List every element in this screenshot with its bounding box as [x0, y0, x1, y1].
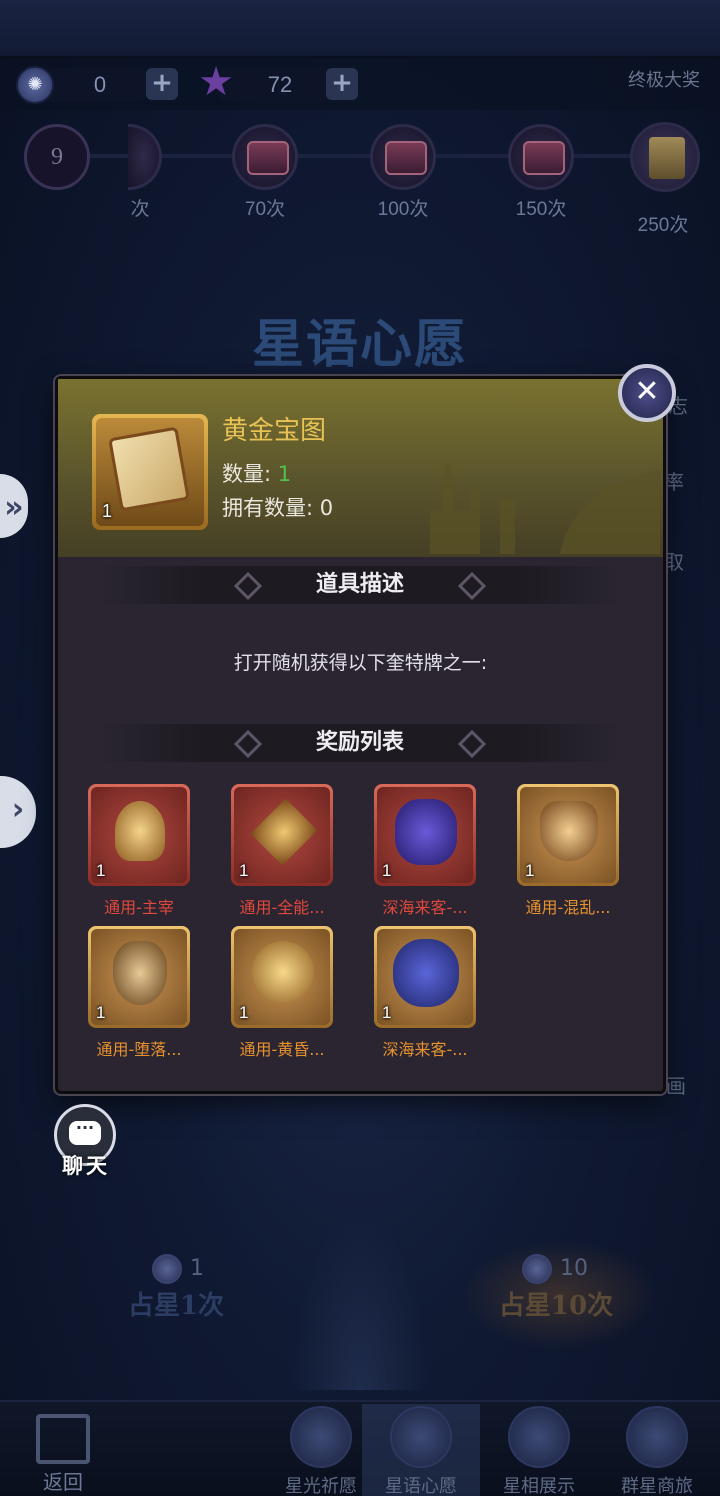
card-emblem-icon: [113, 941, 167, 1005]
right-label-3[interactable]: 取: [664, 546, 720, 575]
chat-label: 聊天: [62, 1154, 110, 1178]
reward-name: 通用-主宰: [104, 898, 174, 917]
milestone-label-1: 次: [130, 199, 150, 220]
nav-label: 群星商旅: [621, 1476, 693, 1496]
milestone-chest-3[interactable]: [370, 124, 436, 190]
top-bar: [0, 0, 720, 58]
reward-card[interactable]: 1: [374, 926, 476, 1028]
reward-qty: 1: [96, 861, 106, 880]
reward-name: 通用-混乱...: [525, 898, 611, 917]
card-emblem-icon: [393, 939, 459, 1007]
tower-silhouette: [290, 1210, 430, 1390]
milestone-chest-2[interactable]: [232, 124, 298, 190]
chat-icon: ···: [69, 1120, 101, 1145]
chest-icon: [523, 141, 565, 175]
reward-card[interactable]: 1: [231, 926, 333, 1028]
reward-card[interactable]: 1: [517, 784, 619, 886]
reward-name: 深海来客-...: [382, 1040, 468, 1059]
card-emblem-icon: [252, 941, 314, 1003]
quantity-label: 数量:: [222, 462, 272, 486]
moon-coin-icon: ✺: [16, 66, 54, 104]
milestone-chest-1[interactable]: [128, 124, 162, 190]
reward-qty: 1: [382, 1003, 392, 1022]
constellation-icon: [508, 1406, 570, 1468]
scales-icon: [626, 1406, 688, 1468]
wish-icon: [390, 1406, 452, 1468]
quantity-row: 数量: 1: [222, 458, 291, 488]
nav-label: 星语心愿: [385, 1476, 457, 1496]
add-star-button[interactable]: +: [326, 68, 358, 100]
item-icon-frame: 1: [92, 414, 208, 530]
reward-qty: 1: [96, 1003, 106, 1022]
reward-qty: 1: [239, 1003, 249, 1022]
desc-section-title: 道具描述: [315, 572, 404, 597]
reward-card[interactable]: 1: [231, 784, 333, 886]
reward-qty: 1: [239, 861, 249, 880]
close-modal-button[interactable]: ✕: [618, 364, 676, 422]
milestone-label-2: 70次: [244, 199, 286, 220]
quantity-value: 1: [277, 462, 292, 486]
reward-name: 通用-堕落...: [96, 1040, 182, 1059]
add-moon-coin-button[interactable]: +: [146, 68, 178, 100]
reward-card[interactable]: 1: [88, 784, 190, 886]
star-value: 72: [267, 72, 293, 97]
milestone-label-5: 250次: [637, 215, 689, 236]
item-description: 打开随机获得以下奎特牌之一:: [233, 652, 488, 674]
reward-qty: 1: [525, 861, 535, 880]
chest-icon: [385, 141, 427, 175]
scroll-icon: [649, 137, 685, 179]
nav-label: 星相展示: [503, 1476, 575, 1496]
milestone-label-3: 100次: [377, 199, 429, 220]
draw-ten-button[interactable]: 占星10次: [476, 1274, 636, 1338]
item-name: 黄金宝图: [222, 416, 327, 446]
page-title: 星语心愿: [251, 314, 468, 375]
left-side-tab[interactable]: »: [0, 474, 28, 538]
reward-name: 深海来客-...: [382, 898, 468, 917]
chest-icon: [247, 141, 289, 175]
left-expand-arrow[interactable]: ›: [0, 776, 36, 848]
star-icon: ★: [198, 59, 234, 105]
reward-card[interactable]: 1: [374, 784, 476, 886]
owned-label: 拥有数量:: [222, 496, 314, 520]
draw-single-button[interactable]: 占星1次: [96, 1274, 256, 1338]
reward-name: 通用-全能...: [239, 898, 325, 917]
card-emblem-icon: [250, 798, 318, 866]
card-emblem-icon: [395, 799, 457, 865]
back-label: 返回: [43, 1470, 83, 1494]
nav-star-display[interactable]: 星相展示: [480, 1404, 598, 1496]
owned-value: 0: [319, 496, 334, 520]
back-arrow-icon: [36, 1414, 90, 1464]
right-label-2[interactable]: 率: [664, 466, 720, 495]
rewards-section-title: 奖励列表: [315, 730, 404, 755]
card-emblem-icon: [540, 801, 598, 861]
milestone-chest-4[interactable]: [508, 124, 574, 190]
nav-star-wish[interactable]: 星语心愿: [362, 1404, 480, 1496]
milestone-count-badge: 9: [24, 124, 90, 190]
back-button[interactable]: 返回: [18, 1414, 108, 1496]
reward-qty: 1: [382, 861, 392, 880]
item-qty-badge: 1: [102, 501, 113, 521]
reward-card[interactable]: 1: [88, 926, 190, 1028]
castle-silhouette-icon: [430, 460, 660, 554]
ultimate-prize-label[interactable]: 终极大奖: [612, 66, 716, 96]
milestone-label-4: 150次: [515, 199, 567, 220]
owned-row: 拥有数量: 0: [222, 492, 333, 522]
reward-name: 通用-黄昏...: [239, 1040, 325, 1059]
treasure-map-icon: [108, 426, 190, 512]
crystal-ball-icon: [290, 1406, 352, 1468]
card-emblem-icon: [115, 801, 165, 861]
milestone-ultimate[interactable]: [630, 122, 700, 192]
moon-coin-value: 0: [93, 72, 107, 97]
nav-star-shop[interactable]: 群星商旅: [598, 1404, 716, 1496]
